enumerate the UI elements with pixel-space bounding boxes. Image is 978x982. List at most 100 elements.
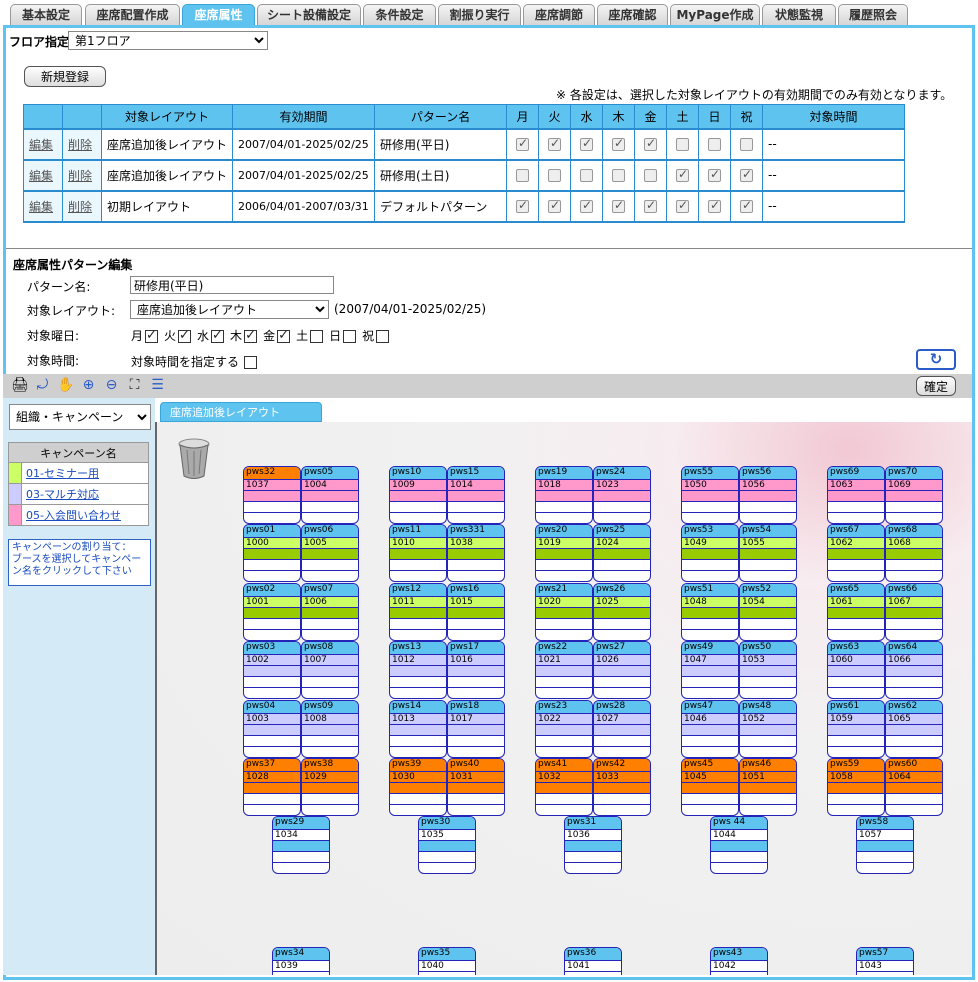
time-specify-checkbox[interactable] (244, 356, 258, 369)
seat-booth[interactable]: pws08 1007 (301, 641, 359, 699)
seat-booth[interactable]: pws66 1067 (885, 583, 943, 641)
tab-7[interactable]: 座席調節 (523, 4, 595, 25)
weekday-checkbox[interactable] (178, 328, 192, 343)
zoom-out-icon[interactable]: ⊖ (103, 377, 120, 394)
tab-1[interactable]: 基本設定 (10, 4, 82, 25)
seat-booth[interactable]: pws42 1033 (593, 758, 651, 816)
seat-booth[interactable]: pws04 1003 (243, 700, 301, 758)
tab-10[interactable]: 状態監視 (762, 4, 836, 25)
seat-booth[interactable]: pws12 1011 (389, 583, 447, 641)
tab-5[interactable]: 条件設定 (363, 4, 436, 25)
weekday-checkbox[interactable] (211, 328, 225, 343)
edit-link[interactable]: 編集 (29, 138, 53, 152)
seat-booth[interactable]: pws10 1009 (389, 466, 447, 524)
seat-booth[interactable]: pws47 1046 (681, 700, 739, 758)
seat-booth[interactable]: pws70 1069 (885, 466, 943, 524)
seat-booth[interactable]: pws30 1035 (418, 816, 476, 874)
layout-tab[interactable]: 座席追加後レイアウト (160, 402, 322, 422)
seat-booth[interactable]: pws19 1018 (535, 466, 593, 524)
seat-booth[interactable]: pws09 1008 (301, 700, 359, 758)
weekday-checkbox[interactable] (277, 328, 291, 343)
refresh-icon[interactable]: ↻ (916, 349, 956, 370)
seat-booth[interactable]: pws11 1010 (389, 524, 447, 582)
seat-booth[interactable]: pws17 1016 (447, 641, 505, 699)
seat-booth[interactable]: pws01 1000 (243, 524, 301, 582)
campaign-link[interactable]: 05-入会問い合わせ (26, 509, 121, 522)
seat-booth[interactable]: pws58 1057 (856, 816, 914, 874)
seat-booth[interactable]: pws67 1062 (827, 524, 885, 582)
weekday-checkbox[interactable] (343, 330, 357, 343)
seat-booth[interactable]: pws18 1017 (447, 700, 505, 758)
seat-booth[interactable]: pws52 1054 (739, 583, 797, 641)
seat-booth[interactable]: pws50 1053 (739, 641, 797, 699)
campaign-link[interactable]: 03-マルチ対応 (26, 488, 99, 501)
tab-4[interactable]: シート設備設定 (257, 4, 361, 25)
seat-booth[interactable]: pws28 1027 (593, 700, 651, 758)
seat-booth[interactable]: pws24 1023 (593, 466, 651, 524)
edit-link[interactable]: 編集 (29, 169, 53, 183)
tab-6[interactable]: 割振り実行 (438, 4, 521, 25)
seat-booth[interactable]: pws61 1059 (827, 700, 885, 758)
hand-icon[interactable]: ✋ (57, 377, 74, 394)
delete-link[interactable]: 削除 (68, 169, 92, 183)
seat-booth[interactable]: pws27 1026 (593, 641, 651, 699)
seat-booth[interactable]: pws15 1014 (447, 466, 505, 524)
seat-booth[interactable]: pws31 1036 (564, 816, 622, 874)
seat-booth[interactable]: pws53 1049 (681, 524, 739, 582)
seat-booth[interactable]: pws06 1005 (301, 524, 359, 582)
seat-booth[interactable]: pws41 1032 (535, 758, 593, 816)
seat-booth[interactable]: pws51 1048 (681, 583, 739, 641)
weekday-checkbox[interactable] (310, 330, 324, 343)
seat-booth[interactable]: pws13 1012 (389, 641, 447, 699)
seat-booth[interactable]: pws43 1042 (710, 947, 768, 975)
trash-icon[interactable] (177, 438, 211, 480)
tab-8[interactable]: 座席確認 (597, 4, 668, 25)
tab-2[interactable]: 座席配置作成 (85, 4, 180, 25)
select-icon[interactable]: ⤾ (34, 377, 51, 394)
seat-booth[interactable]: pws68 1068 (885, 524, 943, 582)
seat-booth[interactable]: pws65 1061 (827, 583, 885, 641)
seat-booth[interactable]: pws40 1031 (447, 758, 505, 816)
seat-booth[interactable]: pws49 1047 (681, 641, 739, 699)
zoom-in-icon[interactable]: ⊕ (80, 377, 97, 394)
seat-booth[interactable]: pws55 1050 (681, 466, 739, 524)
seat-booth[interactable]: pws57 1043 (856, 947, 914, 975)
tab-3[interactable]: 座席属性 (182, 4, 255, 27)
weekday-checkbox[interactable] (376, 330, 390, 343)
seat-booth[interactable]: pws34 1039 (272, 947, 330, 975)
list-icon[interactable]: ☰ (149, 377, 166, 394)
seat-booth[interactable]: pws26 1025 (593, 583, 651, 641)
seat-booth[interactable]: pws36 1041 (564, 947, 622, 975)
seat-booth[interactable]: pws22 1021 (535, 641, 593, 699)
campaign-link[interactable]: 01-セミナー用 (26, 467, 99, 480)
seat-booth[interactable]: pws14 1013 (389, 700, 447, 758)
seat-booth[interactable]: pws03 1002 (243, 641, 301, 699)
seat-booth[interactable]: pws32 1037 (243, 466, 301, 524)
seat-booth[interactable]: pws16 1015 (447, 583, 505, 641)
edit-link[interactable]: 編集 (29, 200, 53, 214)
seat-booth[interactable]: pws54 1055 (739, 524, 797, 582)
seat-booth[interactable]: pws23 1022 (535, 700, 593, 758)
seat-booth[interactable]: pws56 1056 (739, 466, 797, 524)
tab-11[interactable]: 履歴照会 (838, 4, 908, 25)
seat-booth[interactable]: pws64 1066 (885, 641, 943, 699)
seat-booth[interactable]: pws 44 1044 (710, 816, 768, 874)
delete-link[interactable]: 削除 (68, 200, 92, 214)
confirm-button[interactable]: 確定 (916, 376, 956, 396)
org-campaign-select[interactable]: 組織・キャンペーン (9, 404, 151, 430)
seat-booth[interactable]: pws39 1030 (389, 758, 447, 816)
print-icon[interactable]: 🖨 (11, 377, 29, 394)
seat-booth[interactable]: pws48 1052 (739, 700, 797, 758)
seat-booth[interactable]: pws38 1029 (301, 758, 359, 816)
seat-booth[interactable]: pws59 1058 (827, 758, 885, 816)
seat-booth[interactable]: pws07 1006 (301, 583, 359, 641)
seat-booth[interactable]: pws45 1045 (681, 758, 739, 816)
seat-booth[interactable]: pws37 1028 (243, 758, 301, 816)
seat-booth[interactable]: pws21 1020 (535, 583, 593, 641)
seat-booth[interactable]: pws29 1034 (272, 816, 330, 874)
seat-booth[interactable]: pws02 1001 (243, 583, 301, 641)
seat-booth[interactable]: pws25 1024 (593, 524, 651, 582)
pattern-name-input[interactable] (130, 276, 334, 294)
weekday-checkbox[interactable] (145, 328, 159, 343)
delete-link[interactable]: 削除 (68, 138, 92, 152)
